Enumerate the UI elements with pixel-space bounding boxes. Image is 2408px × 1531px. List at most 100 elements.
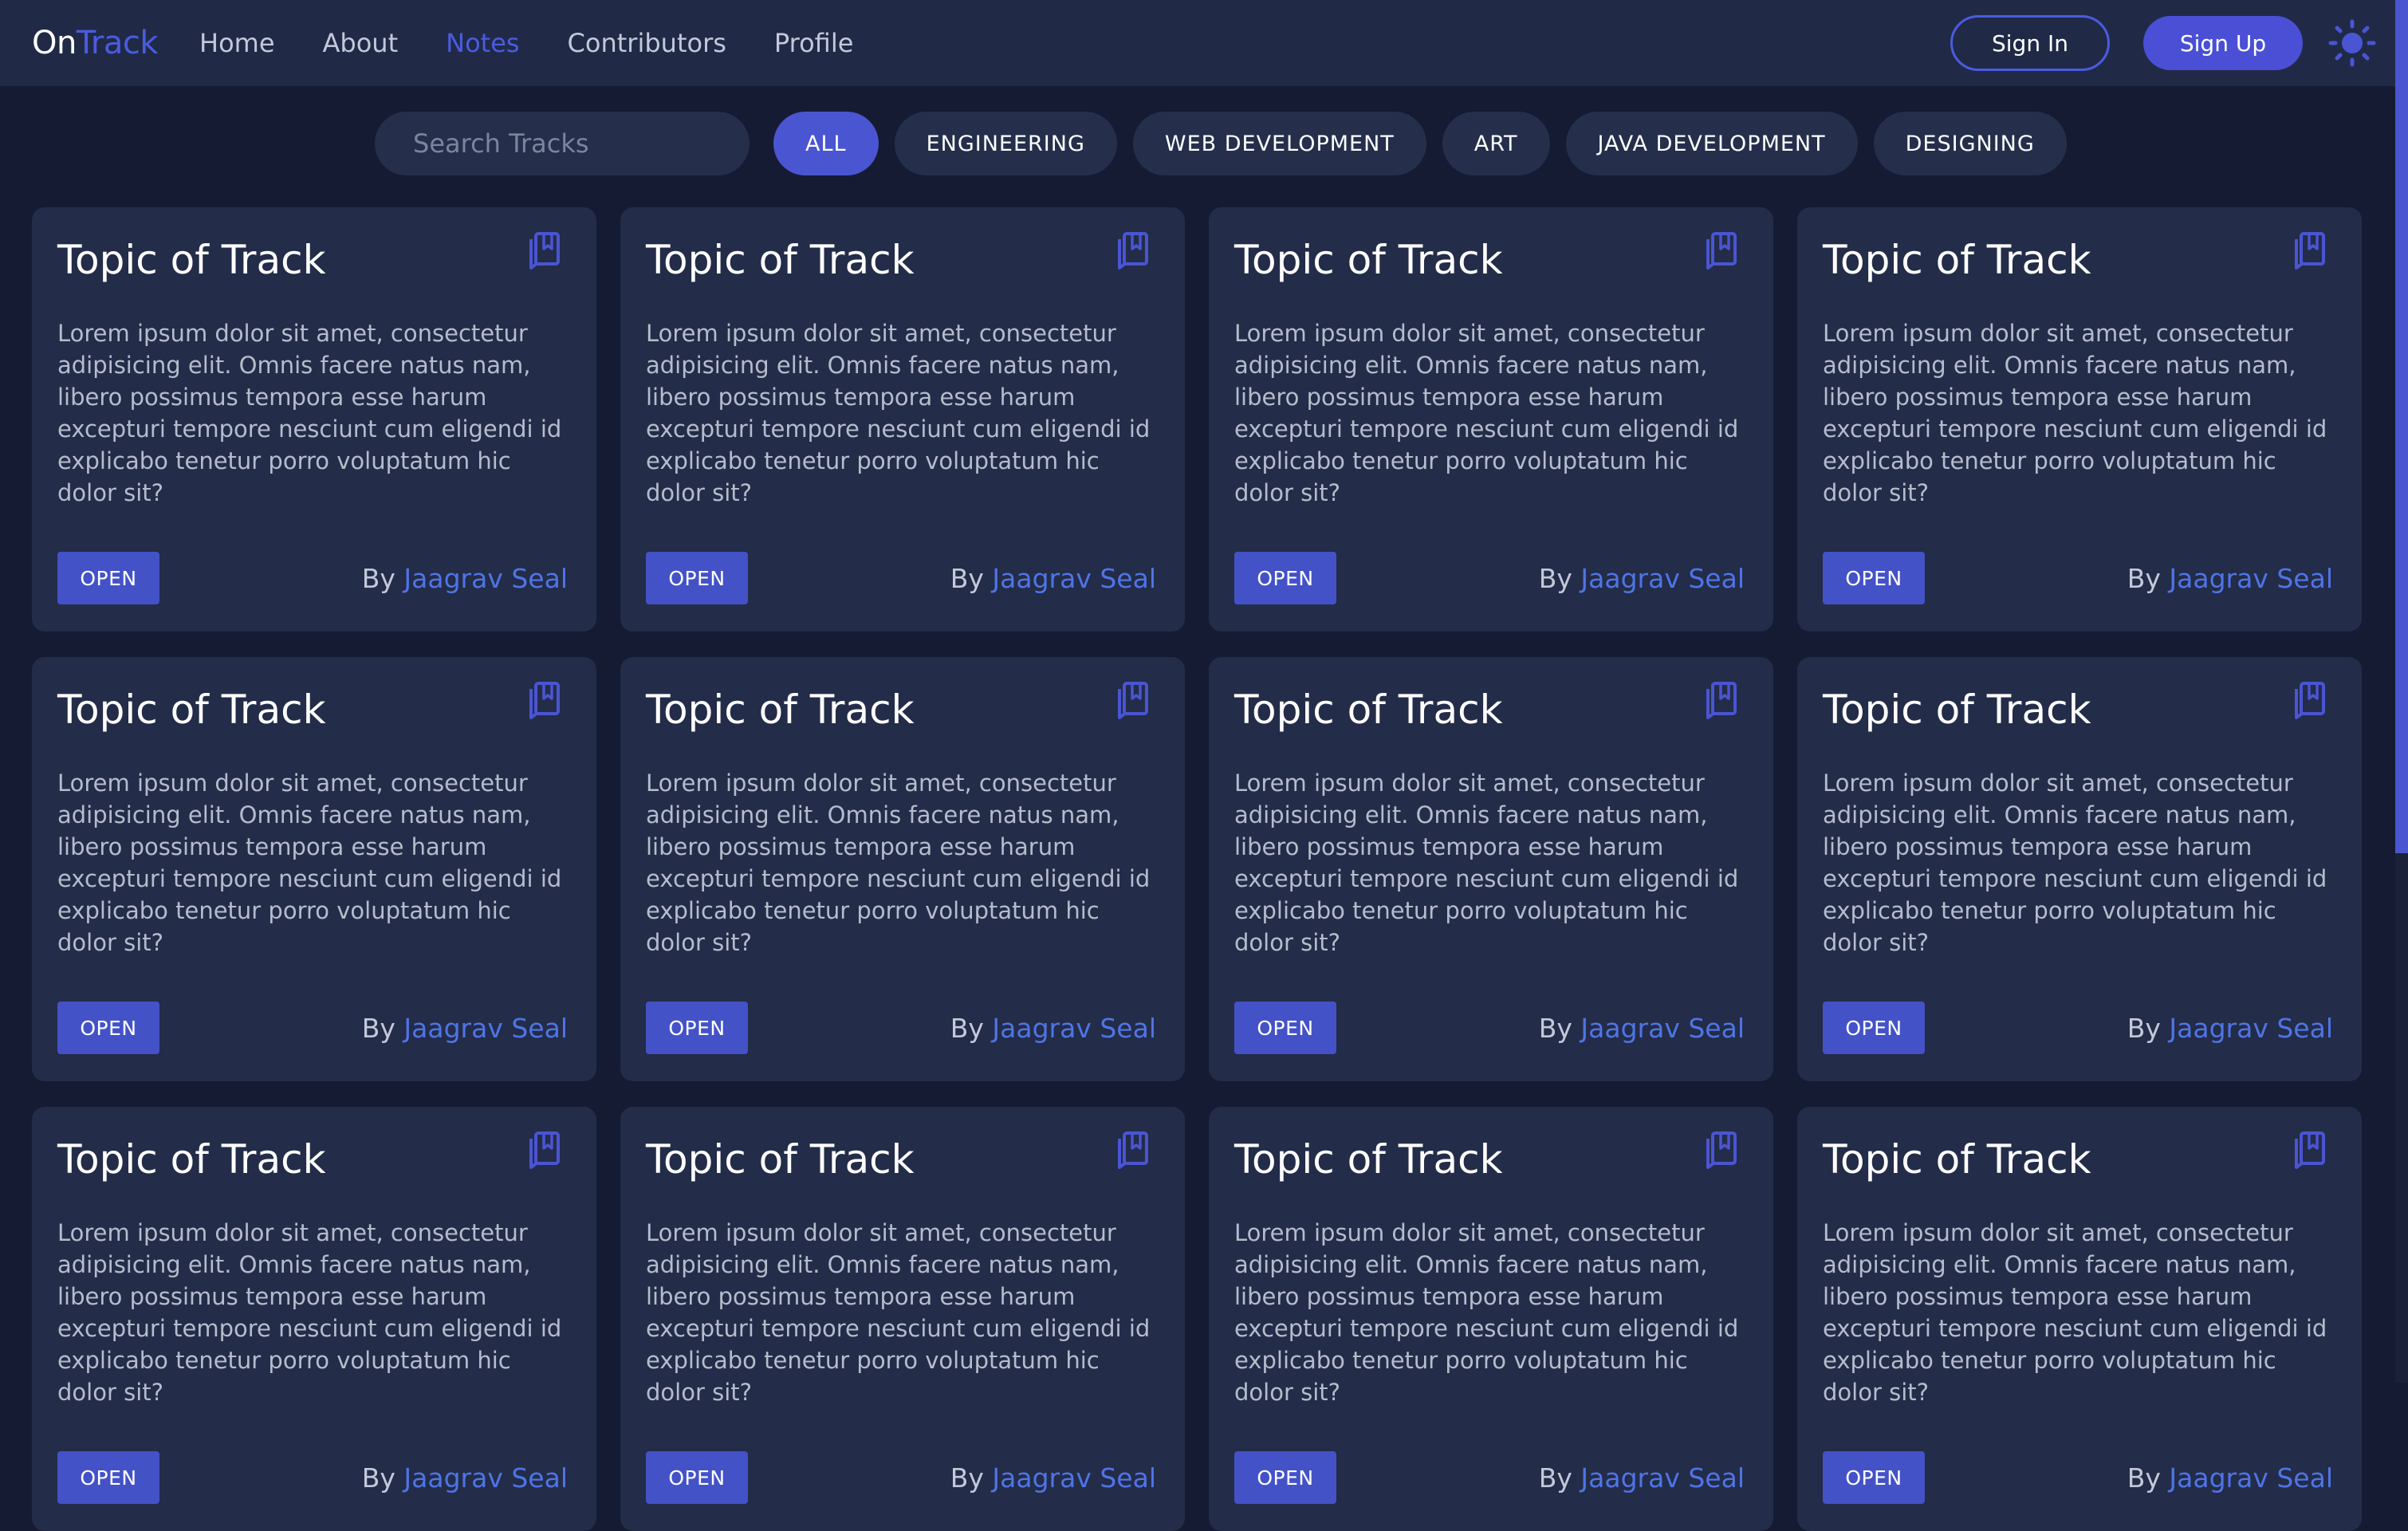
- card-description: Lorem ipsum dolor sit amet, consectetur …: [646, 320, 1151, 506]
- bookmark-icon[interactable]: [2293, 1131, 2328, 1171]
- track-card: Topic of Track Lorem ipsum dolor sit ame…: [32, 207, 596, 632]
- track-card: Topic of Track Lorem ipsum dolor sit ame…: [1797, 1107, 2362, 1531]
- open-button[interactable]: OPEN: [57, 552, 159, 604]
- open-button[interactable]: OPEN: [646, 552, 748, 604]
- author-name-link[interactable]: Jaagrav Seal: [1580, 563, 1745, 594]
- card-title: Topic of Track: [57, 687, 326, 733]
- author-by-label: By: [2127, 562, 2161, 594]
- bookmark-icon[interactable]: [1705, 231, 1740, 271]
- open-button[interactable]: OPEN: [1823, 552, 1925, 604]
- search-input[interactable]: [411, 128, 733, 159]
- card-title: Topic of Track: [57, 1136, 326, 1183]
- sun-icon: [2328, 19, 2376, 67]
- author-name-link[interactable]: Jaagrav Seal: [2169, 1462, 2333, 1494]
- brand-logo-part2: Track: [76, 25, 159, 61]
- author-by-label: By: [950, 1012, 984, 1044]
- open-button[interactable]: OPEN: [1234, 1451, 1336, 1504]
- filter-bar: ALL ENGINEERING WEB DEVELOPMENT ART JAVA…: [375, 112, 2083, 175]
- author-name-link[interactable]: Jaagrav Seal: [403, 1013, 568, 1044]
- card-author: By Jaagrav Seal: [2127, 563, 2333, 594]
- author-name-link[interactable]: Jaagrav Seal: [992, 1013, 1156, 1044]
- scrollbar-thumb[interactable]: [2395, 0, 2408, 853]
- filter-chip-engineering[interactable]: ENGINEERING: [894, 112, 1117, 175]
- card-title: Topic of Track: [1234, 237, 1503, 283]
- author-by-label: By: [950, 562, 984, 594]
- brand-logo-part1: On: [32, 25, 77, 61]
- card-title: Topic of Track: [57, 237, 326, 283]
- open-button[interactable]: OPEN: [646, 1451, 748, 1504]
- bookmark-icon[interactable]: [528, 231, 563, 271]
- open-button[interactable]: OPEN: [57, 1451, 159, 1504]
- bookmark-icon[interactable]: [1116, 681, 1151, 721]
- theme-toggle-button[interactable]: [2328, 19, 2376, 67]
- nav-link-about[interactable]: About: [323, 28, 399, 58]
- card-author: By Jaagrav Seal: [1539, 563, 1745, 594]
- author-by-label: By: [2127, 1012, 2161, 1044]
- author-name-link[interactable]: Jaagrav Seal: [2169, 563, 2333, 594]
- open-button[interactable]: OPEN: [646, 1002, 748, 1054]
- track-card: Topic of Track Lorem ipsum dolor sit ame…: [620, 207, 1185, 632]
- nav-link-notes[interactable]: Notes: [446, 28, 519, 58]
- author-name-link[interactable]: Jaagrav Seal: [992, 1462, 1156, 1494]
- bookmark-icon[interactable]: [1116, 231, 1151, 271]
- search-box: [375, 112, 750, 175]
- nav-actions: Sign In Sign Up: [1950, 15, 2376, 71]
- filter-chip-designing[interactable]: DESIGNING: [1873, 112, 2067, 175]
- filter-chip-java-development[interactable]: JAVA DEVELOPMENT: [1565, 112, 1858, 175]
- track-card: Topic of Track Lorem ipsum dolor sit ame…: [1209, 1107, 1773, 1531]
- open-button[interactable]: OPEN: [1823, 1451, 1925, 1504]
- card-title: Topic of Track: [1234, 1136, 1503, 1183]
- card-description: Lorem ipsum dolor sit amet, consectetur …: [1234, 769, 1739, 956]
- track-card: Topic of Track Lorem ipsum dolor sit ame…: [1209, 657, 1773, 1081]
- card-title: Topic of Track: [1823, 1136, 2091, 1183]
- nav-link-profile[interactable]: Profile: [774, 28, 854, 58]
- bookmark-icon[interactable]: [1705, 681, 1740, 721]
- open-button[interactable]: OPEN: [1823, 1002, 1925, 1054]
- author-name-link[interactable]: Jaagrav Seal: [1580, 1013, 1745, 1044]
- bookmark-icon[interactable]: [1705, 1131, 1740, 1171]
- track-card: Topic of Track Lorem ipsum dolor sit ame…: [32, 1107, 596, 1531]
- filter-chip-all[interactable]: ALL: [773, 112, 879, 175]
- card-title: Topic of Track: [646, 1136, 915, 1183]
- author-name-link[interactable]: Jaagrav Seal: [1580, 1462, 1745, 1494]
- author-name-link[interactable]: Jaagrav Seal: [2169, 1013, 2333, 1044]
- card-author: By Jaagrav Seal: [2127, 1013, 2333, 1044]
- sign-in-button[interactable]: Sign In: [1950, 15, 2110, 71]
- page-scrollbar[interactable]: [2395, 0, 2408, 1383]
- open-button[interactable]: OPEN: [1234, 552, 1336, 604]
- track-card: Topic of Track Lorem ipsum dolor sit ame…: [32, 657, 596, 1081]
- card-description: Lorem ipsum dolor sit amet, consectetur …: [1823, 1219, 2327, 1406]
- author-name-link[interactable]: Jaagrav Seal: [992, 563, 1156, 594]
- bookmark-icon[interactable]: [2293, 231, 2328, 271]
- filter-chip-art[interactable]: ART: [1442, 112, 1550, 175]
- card-description: Lorem ipsum dolor sit amet, consectetur …: [1823, 320, 2327, 506]
- author-name-link[interactable]: Jaagrav Seal: [403, 1462, 568, 1494]
- card-author: By Jaagrav Seal: [950, 1462, 1156, 1494]
- bookmark-icon[interactable]: [528, 681, 563, 721]
- bookmark-icon[interactable]: [2293, 681, 2328, 721]
- card-author: By Jaagrav Seal: [2127, 1462, 2333, 1494]
- bookmark-icon[interactable]: [528, 1131, 563, 1171]
- card-description: Lorem ipsum dolor sit amet, consectetur …: [1234, 1219, 1739, 1406]
- track-card: Topic of Track Lorem ipsum dolor sit ame…: [620, 657, 1185, 1081]
- nav-link-contributors[interactable]: Contributors: [568, 28, 726, 58]
- track-card: Topic of Track Lorem ipsum dolor sit ame…: [1209, 207, 1773, 632]
- card-author: By Jaagrav Seal: [362, 563, 568, 594]
- nav-link-home[interactable]: Home: [199, 28, 275, 58]
- card-description: Lorem ipsum dolor sit amet, consectetur …: [646, 1219, 1151, 1406]
- author-by-label: By: [1538, 562, 1572, 594]
- brand-logo[interactable]: OnTrack: [32, 25, 159, 61]
- card-title: Topic of Track: [1234, 687, 1503, 733]
- card-author: By Jaagrav Seal: [950, 563, 1156, 594]
- author-name-link[interactable]: Jaagrav Seal: [403, 563, 568, 594]
- card-title: Topic of Track: [646, 687, 915, 733]
- bookmark-icon[interactable]: [1116, 1131, 1151, 1171]
- open-button[interactable]: OPEN: [1234, 1002, 1336, 1054]
- author-by-label: By: [1538, 1462, 1572, 1494]
- sign-up-button[interactable]: Sign Up: [2143, 16, 2303, 70]
- author-by-label: By: [361, 1462, 395, 1494]
- author-by-label: By: [361, 1012, 395, 1044]
- filter-chip-web-development[interactable]: WEB DEVELOPMENT: [1132, 112, 1426, 175]
- open-button[interactable]: OPEN: [57, 1002, 159, 1054]
- track-cards-grid: Topic of Track Lorem ipsum dolor sit ame…: [32, 207, 2363, 1531]
